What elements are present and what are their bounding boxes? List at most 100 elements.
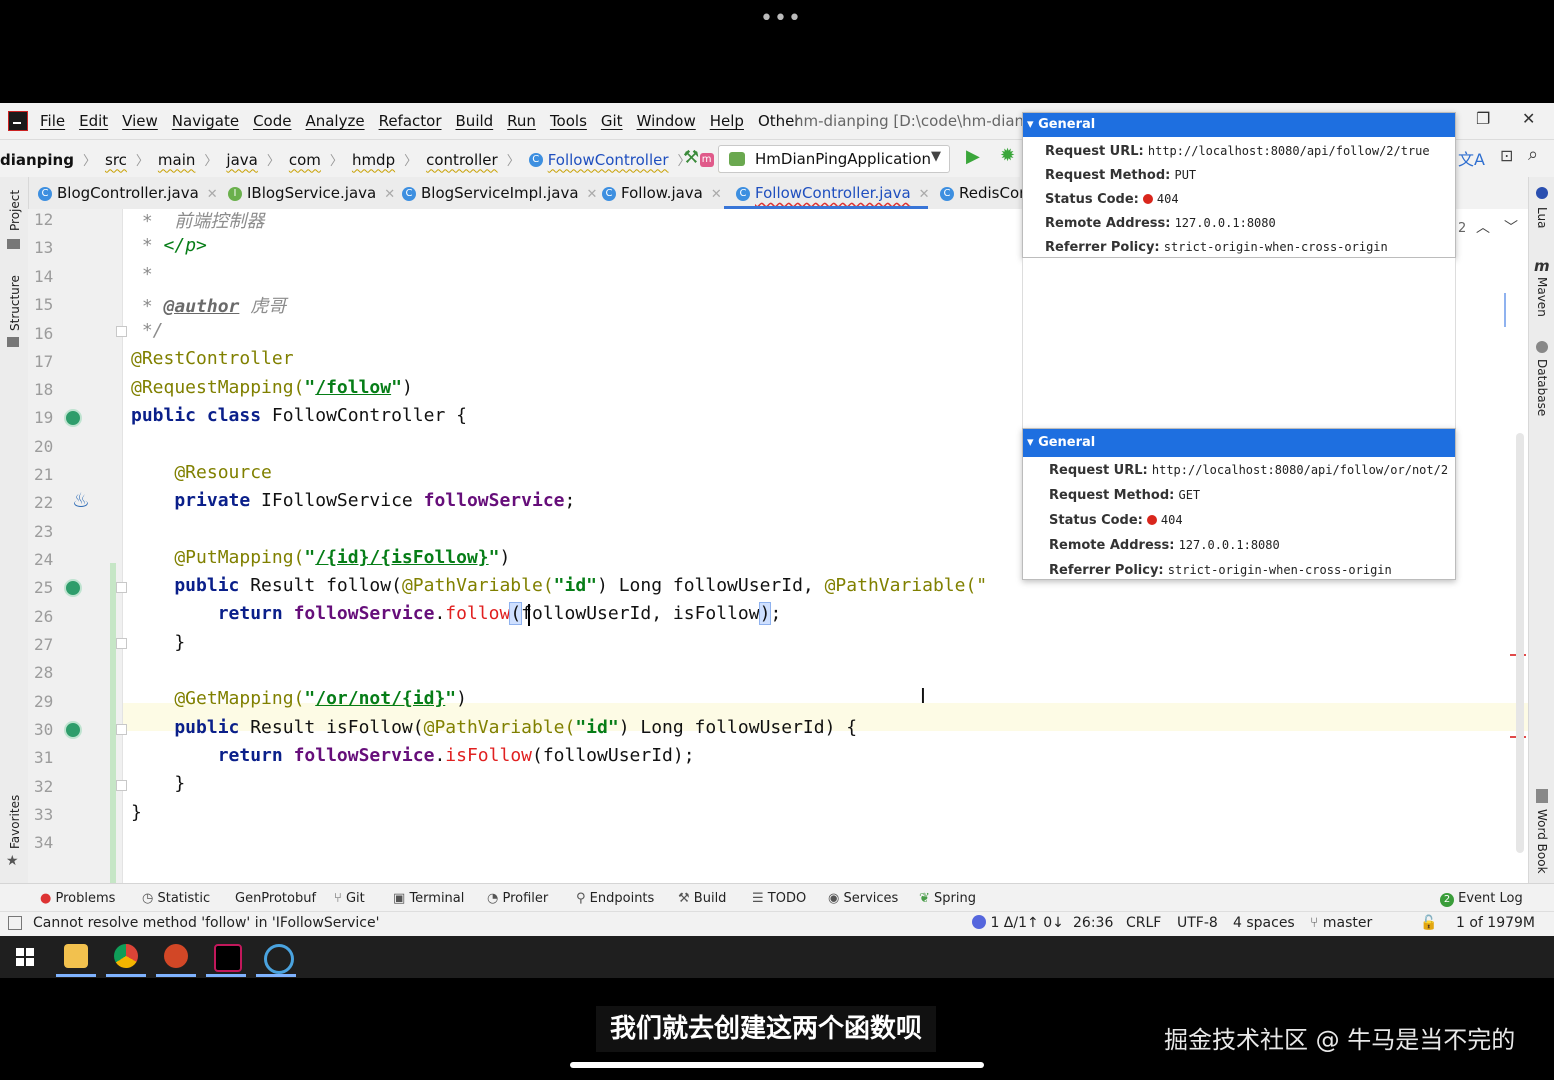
run-config-select[interactable]: HmDianPingApplication ▼ — [718, 145, 950, 173]
code-line-16: */ — [131, 320, 164, 341]
menu-code[interactable]: Code — [253, 112, 291, 130]
tool-favorites[interactable]: Favorites — [8, 795, 22, 849]
tool-profiler[interactable]: ◔ Profiler — [487, 891, 548, 906]
menu-help[interactable]: Help — [710, 112, 744, 130]
tool-terminal[interactable]: ▣ Terminal — [393, 891, 464, 906]
tool-statistic[interactable]: ◷ Statistic — [142, 891, 210, 906]
menu-analyze[interactable]: Analyze — [305, 112, 364, 130]
translate-icon[interactable]: 文A — [1458, 146, 1485, 170]
home-indicator[interactable] — [570, 1062, 984, 1068]
tool-maven[interactable]: Maven — [1535, 277, 1549, 317]
git-branch[interactable]: ⑂ master — [1310, 915, 1372, 931]
indent-setting[interactable]: 4 spaces — [1233, 915, 1295, 931]
tab-followcontroller[interactable]: C FollowController.java ✕ — [736, 184, 930, 202]
tab-blogcontroller[interactable]: C BlogController.java ✕ — [38, 184, 218, 202]
menu-refactor[interactable]: Refactor — [379, 112, 442, 130]
menu-window[interactable]: Window — [637, 112, 696, 130]
close-tab-icon[interactable]: ✕ — [711, 187, 722, 202]
vcs-status[interactable]: 1 Δ/1↑ 0↓ — [972, 915, 1064, 931]
status-toggle-icon[interactable] — [8, 916, 22, 930]
build-hammer-icon[interactable]: ⚒ — [683, 147, 699, 168]
memory-indicator[interactable]: 1 of 1979M — [1456, 915, 1535, 931]
terminal-icon: ▣ — [393, 891, 406, 906]
tool-todo[interactable]: ☰ TODO — [752, 891, 806, 906]
menu-git[interactable]: Git — [601, 112, 623, 130]
menu-edit[interactable]: Edit — [79, 112, 108, 130]
close-tab-icon[interactable]: ✕ — [207, 187, 218, 202]
fold-marker[interactable] — [116, 638, 127, 649]
tool-spring[interactable]: ❦ Spring — [919, 891, 976, 906]
search-icon[interactable]: ⌕ — [1528, 144, 1538, 165]
layout-icon[interactable]: ⊡ — [1500, 146, 1513, 165]
breadcrumb-project[interactable]: dianping — [0, 151, 74, 169]
popup-header[interactable]: ▾ General — [1023, 113, 1455, 137]
tool-endpoints[interactable]: ⚲ Endpoints — [576, 891, 654, 906]
breadcrumb-hmdp[interactable]: hmdp — [352, 151, 395, 169]
tool-git[interactable]: ⑂ Git — [334, 891, 365, 906]
close-window-icon[interactable]: ✕ — [1522, 109, 1535, 128]
restore-window-icon[interactable]: ❐ — [1476, 109, 1490, 128]
previous-match-icon[interactable]: ︿ — [1476, 217, 1490, 237]
spring-mapping-icon[interactable] — [64, 721, 82, 739]
close-tab-icon[interactable]: ✕ — [384, 187, 395, 202]
menu-navigate[interactable]: Navigate — [172, 112, 239, 130]
network-general-popup-put: ▾ General Request URL: http://localhost:… — [1022, 112, 1456, 258]
tool-project[interactable]: Project — [8, 190, 22, 231]
close-tab-icon[interactable]: ✕ — [587, 187, 598, 202]
app-icon[interactable] — [264, 944, 294, 974]
powerpoint-icon[interactable] — [164, 944, 188, 968]
breadcrumb-controller[interactable]: controller — [426, 151, 498, 169]
tool-genprotobuf[interactable]: GenProtobuf — [235, 891, 316, 906]
chrome-icon[interactable] — [114, 944, 138, 968]
debug-icon[interactable]: ✹ — [1000, 145, 1015, 166]
menu-view[interactable]: View — [122, 112, 158, 130]
tool-problems[interactable]: ● Problems — [40, 891, 115, 906]
menu-build[interactable]: Build — [456, 112, 494, 130]
breadcrumb-main[interactable]: main — [158, 151, 195, 169]
tab-iblogservice[interactable]: I IBlogService.java ✕ — [228, 184, 395, 202]
spring-mapping-icon[interactable] — [64, 579, 82, 597]
vertical-scrollbar[interactable] — [1516, 433, 1524, 853]
run-icon[interactable]: ▶ — [966, 146, 980, 167]
fold-marker[interactable] — [116, 724, 127, 735]
tool-event-log[interactable]: 2 Event Log — [1440, 891, 1523, 907]
line-number: 13 — [34, 238, 54, 257]
tool-services[interactable]: ◉ Services — [828, 891, 898, 906]
file-encoding[interactable]: UTF-8 — [1177, 915, 1218, 931]
file-explorer-icon[interactable] — [64, 944, 88, 968]
mouse-ibeam-cursor: I — [920, 684, 926, 708]
intellij-icon[interactable] — [214, 944, 242, 972]
fold-marker[interactable] — [116, 582, 127, 593]
class-icon: C — [940, 186, 954, 201]
tool-build[interactable]: ⚒ Build — [678, 891, 726, 906]
fold-marker[interactable] — [116, 780, 127, 791]
git-branch-icon: ⑂ — [334, 891, 342, 906]
lock-icon[interactable]: 🔓 — [1420, 915, 1437, 931]
status-bar: Cannot resolve method 'follow' in 'IFoll… — [0, 911, 1554, 938]
fold-marker[interactable] — [116, 326, 127, 337]
windows-start-icon[interactable] — [16, 948, 34, 966]
breadcrumb-class[interactable]: FollowController — [548, 151, 669, 169]
breadcrumb-src[interactable]: src — [105, 151, 127, 169]
close-tab-icon[interactable]: ✕ — [919, 187, 930, 202]
spring-bean-icon[interactable] — [64, 409, 82, 427]
taskbar-active-line — [56, 974, 96, 977]
tool-database[interactable]: Database — [1535, 359, 1549, 416]
tab-rediscor[interactable]: C RedisCor — [940, 184, 1025, 202]
tab-blogserviceimpl[interactable]: C BlogServiceImpl.java ✕ — [402, 184, 597, 202]
code-line-24: @PutMapping("/{id}/{isFollow}") — [131, 547, 511, 568]
autowired-bean-icon[interactable]: ♨ — [72, 488, 90, 512]
menu-file[interactable]: File — [40, 112, 65, 130]
menu-tools[interactable]: Tools — [550, 112, 587, 130]
next-match-icon[interactable]: ﹀ — [1504, 217, 1518, 237]
tool-lua[interactable]: Lua — [1535, 207, 1549, 228]
tab-follow[interactable]: C Follow.java ✕ — [602, 184, 722, 202]
breadcrumb-java[interactable]: java — [226, 151, 257, 169]
menu-run[interactable]: Run — [507, 112, 536, 130]
popup-header[interactable]: ▾ General — [1023, 429, 1455, 457]
breadcrumb-com[interactable]: com — [289, 151, 321, 169]
tool-structure[interactable]: Structure — [8, 275, 22, 331]
line-separator[interactable]: CRLF — [1126, 915, 1161, 931]
tool-word-book[interactable]: Word Book — [1535, 809, 1549, 874]
caret-position[interactable]: 26:36 — [1073, 915, 1113, 931]
